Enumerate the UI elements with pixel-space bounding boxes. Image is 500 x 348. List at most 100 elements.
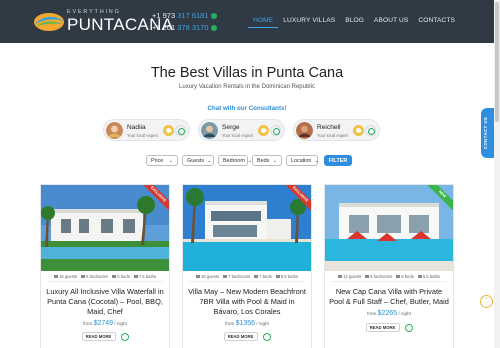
- page-scrollbar[interactable]: [494, 0, 500, 348]
- agent-card-serge[interactable]: Serge Your local expert: [198, 119, 285, 141]
- site-header: EVERYTHING PUNTACANA +1 973 317 6181 +1 …: [0, 0, 494, 43]
- chevron-down-icon: ⌄: [207, 157, 212, 164]
- phone-icon[interactable]: [258, 125, 269, 136]
- phone-number-2[interactable]: +1 201 378 3170: [152, 22, 217, 34]
- villa-title[interactable]: New Cap Cana Villa with Private Pool & F…: [329, 287, 449, 307]
- whatsapp-icon[interactable]: [365, 125, 376, 136]
- price-amount: $1356: [235, 320, 256, 327]
- whatsapp-icon[interactable]: [210, 13, 217, 20]
- spec-value: 7.5 baths: [138, 274, 157, 279]
- bed-icon: [112, 275, 117, 279]
- whatsapp-icon[interactable]: [120, 332, 129, 341]
- bath-icon: [133, 275, 138, 279]
- spec-value: 6.5 baths: [422, 274, 441, 279]
- nav-contacts[interactable]: CONTACTS: [413, 14, 460, 28]
- agent-name: Reichell: [317, 124, 341, 131]
- beds-spec: 6 beds: [112, 274, 130, 279]
- villa-card[interactable]: NEW 12 guests 6 bedrooms 6 beds 6.5 bath…: [324, 184, 454, 348]
- villa-title[interactable]: Luxury All Inclusive Villa Waterfall in …: [45, 287, 165, 317]
- spec-value: 7 bedrooms: [228, 274, 251, 279]
- whatsapp-icon[interactable]: [262, 332, 271, 341]
- nav-blog[interactable]: BLOG: [340, 14, 369, 28]
- beds-select[interactable]: Beds ⌄: [252, 155, 282, 166]
- phone-prefix: +1 973: [152, 11, 178, 20]
- agent-card-nadiia[interactable]: Nadiia Your local expert: [103, 119, 190, 141]
- guests-spec: 12 guests: [337, 274, 361, 279]
- chevron-down-icon: ⌄: [272, 157, 277, 164]
- agent-list: Nadiia Your local expert Serge Your loca…: [103, 119, 380, 141]
- read-more-button[interactable]: READ MORE: [81, 332, 116, 341]
- main-nav: HOME LUXURY VILLAS BLOG ABOUT US CONTACT…: [248, 14, 460, 28]
- price-select[interactable]: Price ⌄: [146, 155, 178, 166]
- villa-actions: READ MORE: [41, 332, 169, 341]
- scrollbar-thumb[interactable]: [495, 2, 499, 122]
- guests-icon: [337, 275, 342, 279]
- site-logo[interactable]: EVERYTHING PUNTACANA: [33, 8, 173, 36]
- bedroom-select[interactable]: Bedroom ⌄: [218, 155, 252, 166]
- villa-specs: 12 guests 6 bedrooms 6 beds 6.5 baths: [325, 274, 453, 279]
- nav-luxury-villas[interactable]: LUXURY VILLAS: [278, 14, 340, 28]
- page-subtitle: Luxury Vacation Rentals in the Dominican…: [179, 84, 315, 90]
- logo-swoosh-icon: [34, 13, 64, 31]
- read-more-button[interactable]: READ MORE: [223, 332, 258, 341]
- divider: [47, 281, 163, 282]
- phone-number-1[interactable]: +1 973 317 6181: [152, 10, 217, 22]
- price-prefix: from: [367, 311, 377, 316]
- bedroom-icon: [365, 275, 370, 279]
- location-select[interactable]: Location ⌄: [286, 155, 319, 166]
- whatsapp-icon[interactable]: [270, 125, 281, 136]
- guests-icon: [53, 275, 58, 279]
- guests-select[interactable]: Guests ⌄: [182, 155, 214, 166]
- villa-specs: 16 guests 7 bedrooms 7 beds 8.5 baths: [183, 274, 311, 279]
- villa-photo[interactable]: NEW: [325, 185, 453, 271]
- villa-specs: 16 guests 6 bedrooms 6 beds 7.5 baths: [41, 274, 169, 279]
- logo-text-part1: PUNTA: [67, 15, 125, 34]
- whatsapp-icon[interactable]: [175, 125, 186, 136]
- avatar: [201, 122, 218, 139]
- whatsapp-icon[interactable]: [210, 25, 217, 32]
- agent-role: Your local expert: [317, 133, 349, 138]
- agent-card-reichell[interactable]: Reichell Your local expert: [293, 119, 380, 141]
- spec-value: 6 bedrooms: [86, 274, 109, 279]
- agent-role: Your local expert: [222, 133, 254, 138]
- chat-heading: Chat with our Consultants!: [207, 105, 287, 112]
- nav-about-us[interactable]: ABOUT US: [369, 14, 413, 28]
- phone-icon[interactable]: [353, 125, 364, 136]
- spec-value: 16 guests: [58, 274, 78, 279]
- villa-photo-image: [183, 185, 311, 271]
- price-unit: / night: [398, 311, 411, 316]
- whatsapp-icon[interactable]: [404, 323, 413, 332]
- baths-spec: 6.5 baths: [417, 274, 441, 279]
- spec-value: 7 beds: [259, 274, 272, 279]
- bath-icon: [275, 275, 280, 279]
- villa-price: from $2265 / night: [325, 310, 453, 317]
- contact-us-tab[interactable]: CONTACT US: [481, 108, 494, 158]
- agent-role: Your local expert: [127, 133, 159, 138]
- filter-button[interactable]: FILTER: [324, 155, 352, 166]
- price-select-label: Price: [151, 157, 164, 164]
- villa-title[interactable]: Villa May – New Modern Beachfront 7BR Vi…: [187, 287, 307, 317]
- nav-home[interactable]: HOME: [248, 14, 279, 28]
- page-title: The Best Villas in Punta Cana: [150, 65, 344, 81]
- spec-value: 6 bedrooms: [370, 274, 393, 279]
- read-more-button[interactable]: READ MORE: [365, 323, 400, 332]
- contact-us-tab-label: CONTACT US: [483, 116, 488, 150]
- villa-photo-image: [41, 185, 169, 271]
- guests-spec: 16 guests: [195, 274, 219, 279]
- spec-value: 8.5 baths: [280, 274, 299, 279]
- arrow-up-icon[interactable]: ⌃: [480, 295, 493, 308]
- avatar: [106, 122, 123, 139]
- villa-list: EXCLUSIVE 16 guests 6 bedrooms 6 beds 7.…: [40, 184, 454, 348]
- villa-card[interactable]: EXCLUSIVE 16 guests 6 bedrooms 6 beds 7.…: [40, 184, 170, 348]
- villa-photo[interactable]: EXCLUSIVE: [41, 185, 169, 271]
- bedroom-icon: [223, 275, 228, 279]
- villa-card[interactable]: EXCLUSIVE 16 guests 7 bedrooms 7 beds 8.…: [182, 184, 312, 348]
- bedrooms-spec: 6 bedrooms: [81, 274, 108, 279]
- page: EVERYTHING PUNTACANA +1 973 317 6181 +1 …: [0, 0, 500, 348]
- villa-photo[interactable]: EXCLUSIVE: [183, 185, 311, 271]
- agent-name: Nadiia: [127, 124, 146, 131]
- beds-select-label: Beds: [257, 157, 270, 164]
- phone-icon[interactable]: [163, 125, 174, 136]
- divider: [189, 281, 305, 282]
- villa-actions: READ MORE: [183, 332, 311, 341]
